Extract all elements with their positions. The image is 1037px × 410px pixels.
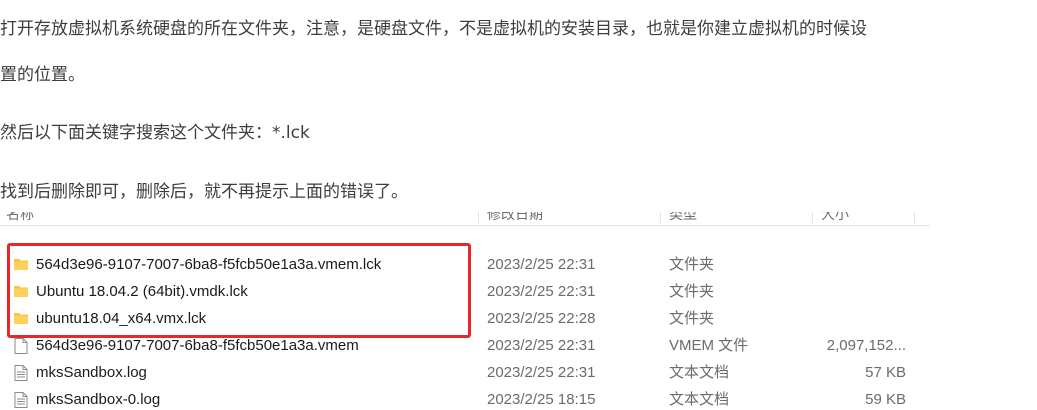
text-file-icon bbox=[14, 392, 28, 410]
column-header-type[interactable]: 类型 bbox=[669, 212, 697, 226]
file-type: 文件夹 bbox=[669, 256, 715, 273]
column-header-name[interactable]: 名称 bbox=[6, 212, 34, 226]
file-name: mksSandbox-0.log bbox=[36, 391, 161, 408]
file-size bbox=[806, 305, 906, 332]
text-file-icon bbox=[14, 365, 28, 385]
file-date: 2023/2/25 22:31 bbox=[487, 364, 596, 381]
file-icon bbox=[14, 338, 28, 358]
file-row[interactable]: mksSandbox-0.log 2023/2/25 18:15 文本文档 59… bbox=[0, 386, 930, 410]
article-paragraph-1-line-2: 置的位置。 bbox=[0, 65, 85, 85]
article-paragraph-2: 然后以下面关键字搜索这个文件夹：*.lck bbox=[0, 123, 310, 143]
file-row[interactable]: mksSandbox.log 2023/2/25 22:31 文本文档 57 K… bbox=[0, 359, 930, 386]
file-size: 2,097,152... bbox=[826, 337, 906, 354]
file-date: 2023/2/25 18:15 bbox=[487, 391, 596, 408]
file-date: 2023/2/25 22:31 bbox=[487, 256, 596, 273]
file-date: 2023/2/25 22:31 bbox=[487, 337, 596, 354]
column-divider bbox=[478, 212, 479, 224]
file-type: VMEM 文件 bbox=[669, 337, 749, 354]
file-type: 文本文档 bbox=[669, 364, 730, 381]
column-divider bbox=[812, 212, 813, 224]
column-header-size[interactable]: 大小 bbox=[821, 212, 849, 226]
file-type: 文本文档 bbox=[669, 391, 730, 408]
file-date: 2023/2/25 22:28 bbox=[487, 310, 596, 327]
column-divider bbox=[660, 212, 661, 224]
file-size: 59 KB bbox=[865, 391, 906, 408]
file-size: 57 KB bbox=[865, 364, 906, 381]
file-name: mksSandbox.log bbox=[36, 364, 147, 381]
file-type: 文件夹 bbox=[669, 310, 715, 327]
article-paragraph-1-line-1: 打开存放虚拟机系统硬盘的所在文件夹，注意，是硬盘文件，不是虚拟机的安装目录，也就… bbox=[0, 19, 867, 39]
red-highlight-box bbox=[7, 243, 471, 338]
file-size bbox=[806, 278, 906, 305]
file-date: 2023/2/25 22:31 bbox=[487, 283, 596, 300]
column-header-row: 名称 修改日期 类型 大小 bbox=[0, 212, 930, 226]
column-divider bbox=[914, 212, 915, 224]
file-type: 文件夹 bbox=[669, 283, 715, 300]
file-size bbox=[806, 251, 906, 278]
article-paragraph-3: 找到后删除即可，删除后，就不再提示上面的错误了。 bbox=[0, 182, 408, 202]
column-header-date[interactable]: 修改日期 bbox=[487, 212, 543, 226]
